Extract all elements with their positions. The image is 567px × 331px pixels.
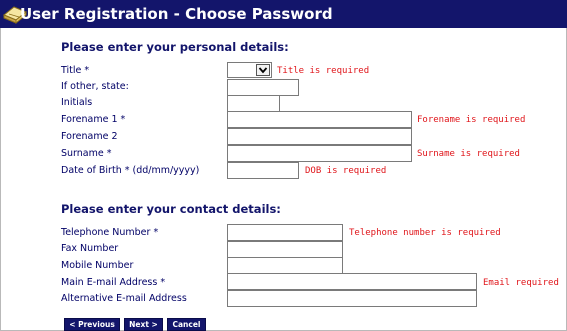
forename2-label: Forename 2 — [61, 131, 118, 142]
forename2-input[interactable] — [227, 128, 412, 145]
fax-input[interactable] — [227, 241, 343, 258]
alt-email-input[interactable] — [227, 290, 477, 307]
next-button[interactable]: Next > — [124, 318, 163, 331]
dob-input[interactable] — [227, 162, 299, 179]
contact-details-heading: Please enter your contact details: — [61, 202, 281, 216]
telephone-error: Telephone number is required — [349, 228, 501, 238]
page-title: User Registration - Choose Password — [20, 5, 333, 23]
other-state-label: If other, state: — [61, 81, 129, 92]
initials-input[interactable] — [227, 95, 280, 112]
personal-details-heading: Please enter your personal details: — [61, 40, 289, 54]
cancel-button[interactable]: Cancel — [167, 318, 206, 331]
dob-label: Date of Birth * (dd/mm/yyyy) — [61, 165, 200, 176]
forename-error: Forename is required — [417, 115, 526, 125]
surname-error: Surname is required — [417, 149, 520, 159]
surname-label: Surname * — [61, 148, 112, 159]
title-label: Title * — [61, 65, 90, 76]
initials-label: Initials — [61, 97, 93, 108]
previous-button[interactable]: < Previous — [64, 318, 120, 331]
mobile-label: Mobile Number — [61, 260, 134, 271]
dob-error: DOB is required — [305, 166, 387, 176]
email-label: Main E-mail Address * — [61, 277, 166, 288]
surname-input[interactable] — [227, 145, 412, 162]
fax-label: Fax Number — [61, 243, 119, 254]
title-select[interactable] — [227, 62, 272, 78]
mobile-input[interactable] — [227, 257, 343, 274]
email-input[interactable] — [227, 273, 477, 290]
chevron-down-icon[interactable] — [256, 64, 270, 76]
title-bar: User Registration - Choose Password — [0, 0, 567, 28]
email-error: Email required — [483, 278, 559, 288]
telephone-input[interactable] — [227, 224, 343, 241]
other-state-input[interactable] — [227, 79, 299, 96]
forename1-input[interactable] — [227, 111, 412, 128]
alt-email-label: Alternative E-mail Address — [61, 293, 187, 304]
telephone-label: Telephone Number * — [61, 227, 159, 238]
title-error: Title is required — [277, 66, 370, 76]
forename1-label: Forename 1 * — [61, 114, 126, 125]
